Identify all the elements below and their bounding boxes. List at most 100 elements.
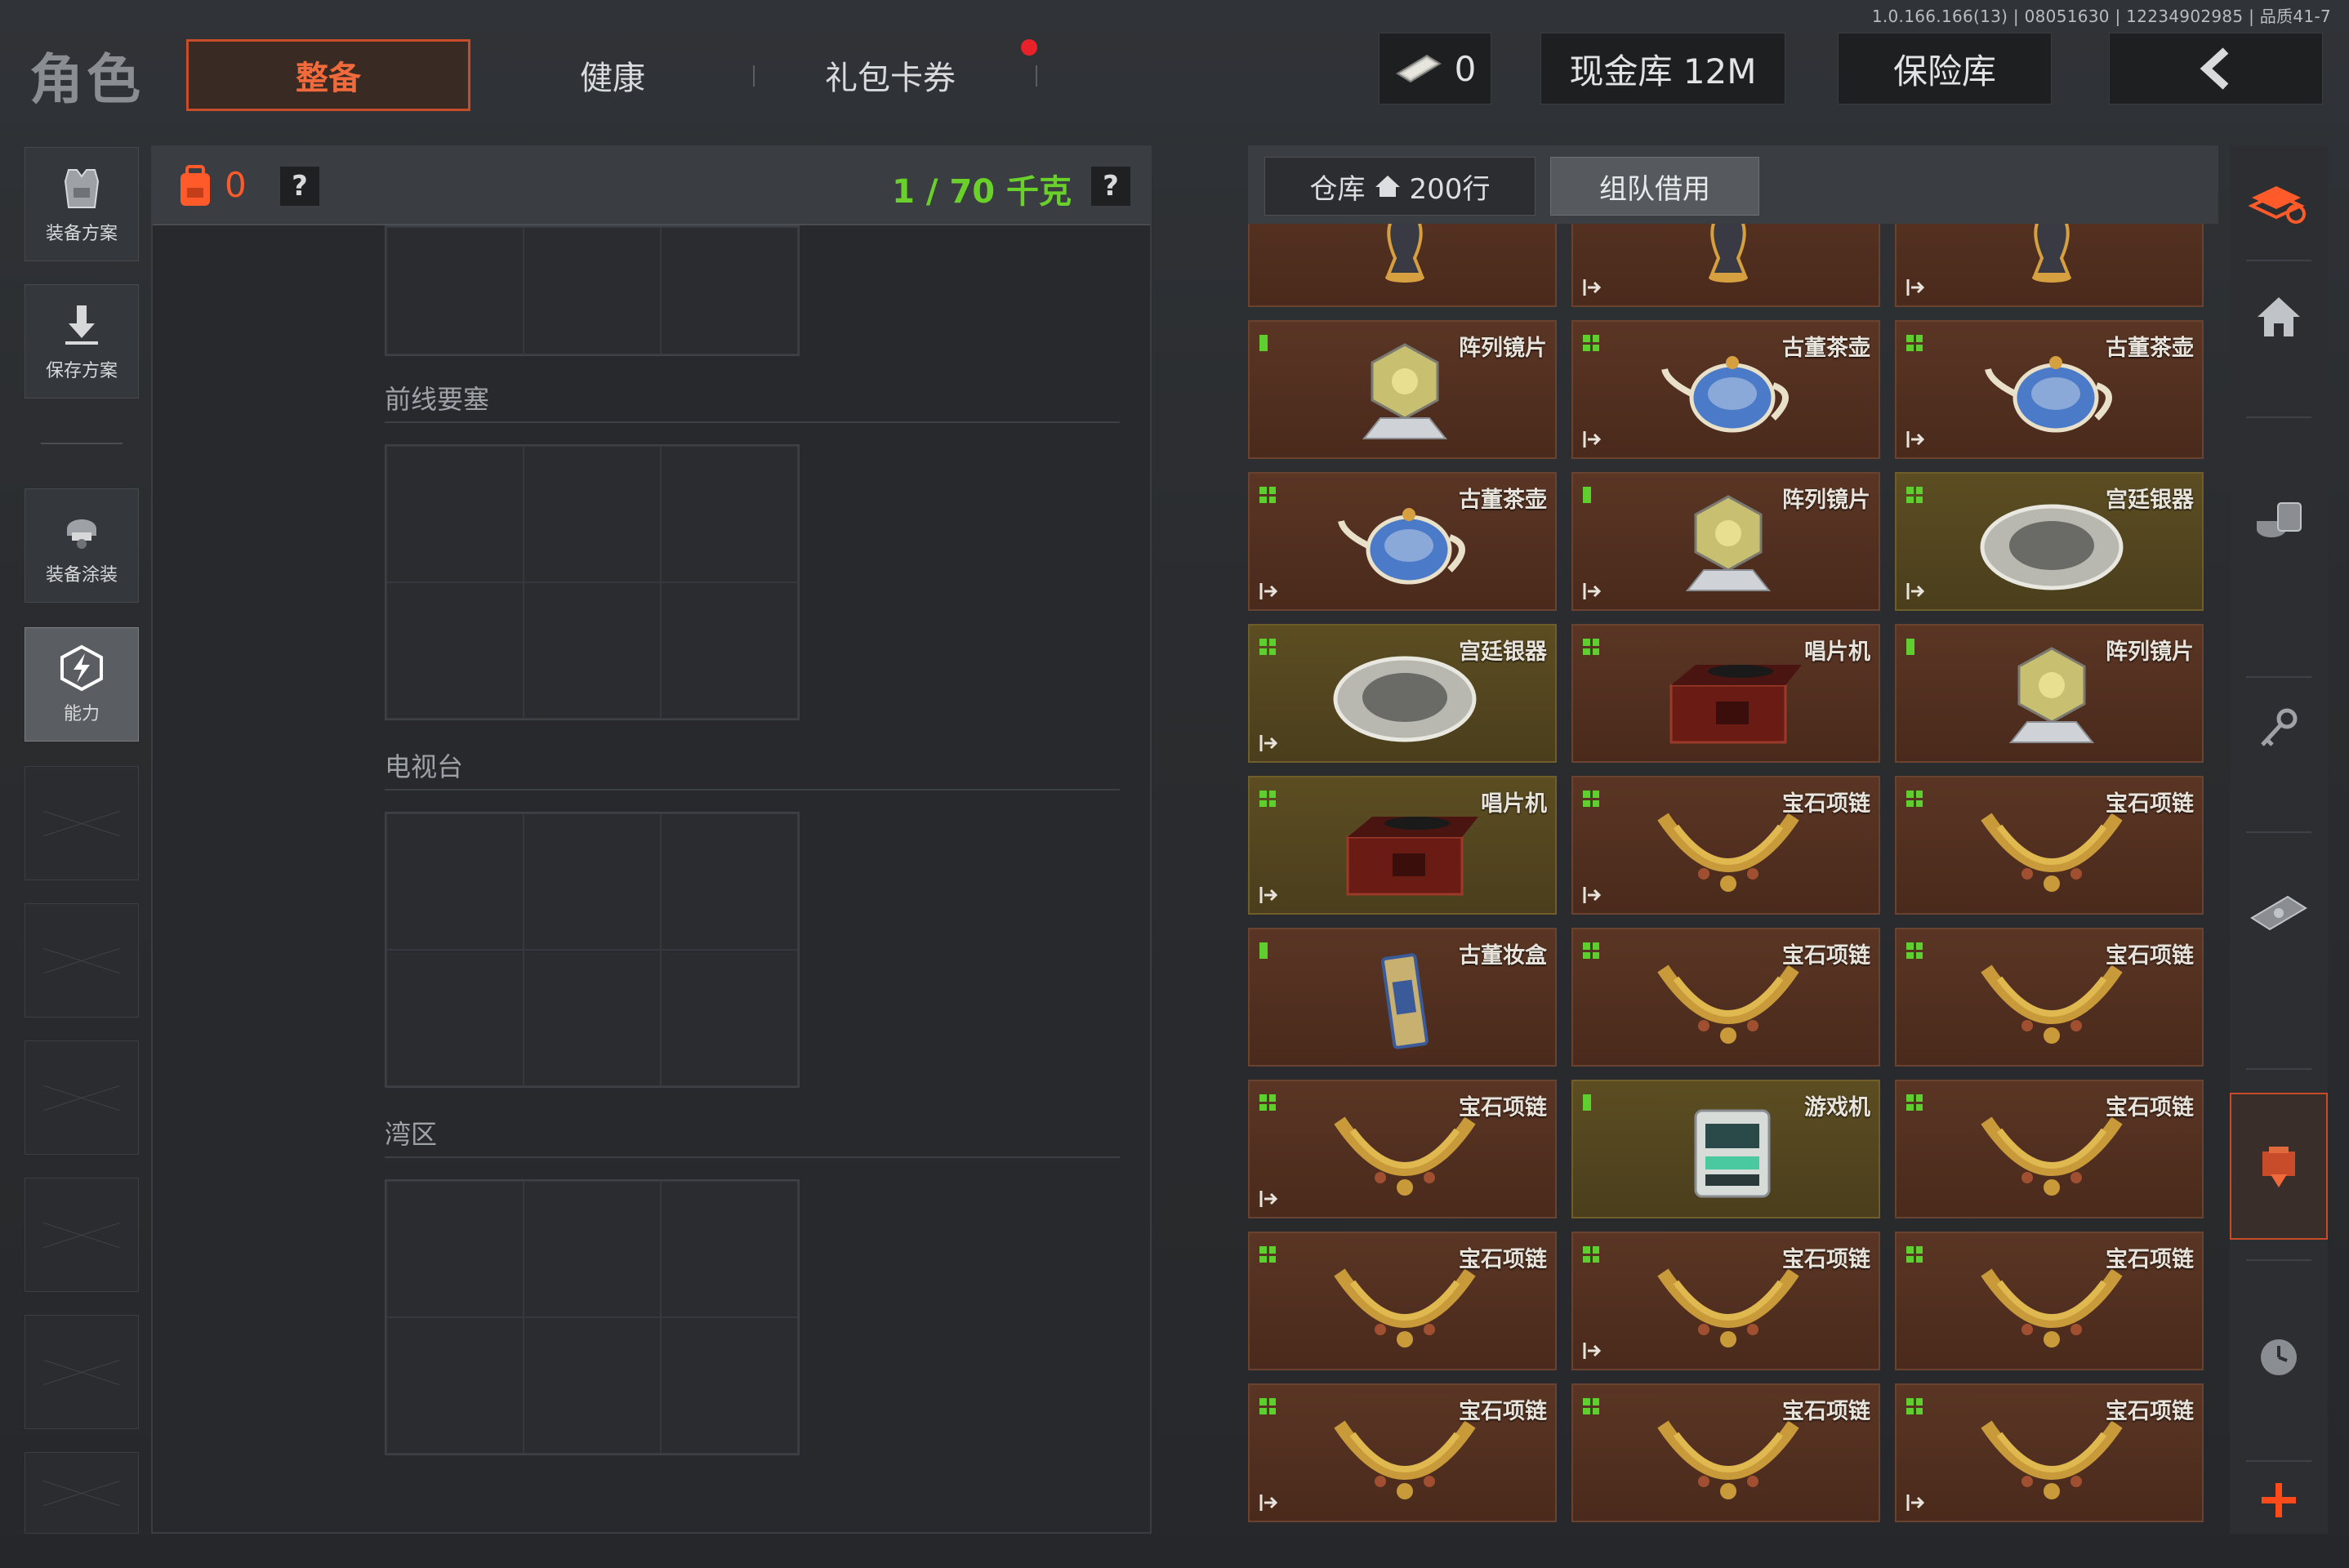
tab-storage-rows: 200行 — [1409, 172, 1491, 206]
storage-item[interactable]: 唱片机 — [1248, 776, 1557, 915]
empty-slot[interactable] — [25, 903, 139, 1018]
safe-button[interactable]: 保险库 — [1838, 33, 2052, 105]
storage-item[interactable]: 宝石项链 — [1895, 1232, 2204, 1370]
extract-icon — [1583, 279, 1602, 296]
section-divider — [385, 789, 1120, 791]
item-size-indicator — [1259, 1246, 1276, 1263]
item-name: 阵列镜片 — [2106, 639, 2194, 665]
tab-storage-label: 仓库 — [1309, 172, 1366, 206]
storage-item[interactable]: 古董茶壶 — [1248, 472, 1557, 611]
coins-button[interactable] — [2230, 472, 2328, 570]
item-name: 古董茶壶 — [2106, 336, 2194, 361]
back-button[interactable] — [2109, 33, 2323, 105]
tab-team-borrow[interactable]: 组队借用 — [1550, 157, 1759, 216]
ability-button[interactable]: 能力 — [25, 627, 139, 742]
storage-item[interactable]: 宫廷银器 — [1895, 472, 2204, 611]
key-icon — [2261, 708, 2298, 746]
storage-item[interactable]: 古董茶壶 — [1571, 320, 1880, 459]
storage-item[interactable]: 古董茶壶 — [1895, 320, 2204, 459]
section-divider — [385, 1156, 1120, 1158]
cash-icon — [2250, 895, 2307, 931]
weight-help-button[interactable]: ? — [1091, 167, 1130, 206]
item-size-indicator — [1906, 639, 1914, 655]
stack-refresh-button[interactable] — [2230, 155, 2328, 253]
item-size-indicator — [1583, 487, 1591, 503]
save-plan-label: 保存方案 — [45, 361, 118, 381]
item-size-indicator — [1259, 1398, 1276, 1414]
storage-item[interactable]: 古董妆盒 — [1248, 928, 1557, 1067]
tab-gift-coupons[interactable]: 礼包卡券 — [784, 39, 996, 111]
loadout-grid-frontline[interactable] — [385, 444, 800, 720]
home-icon — [2258, 297, 2300, 336]
item-size-indicator — [1583, 639, 1599, 655]
download-icon — [65, 305, 98, 345]
storage-item[interactable]: 宝石项链 — [1248, 1383, 1557, 1522]
loadout-grid-tv-station[interactable] — [385, 812, 800, 1088]
storage-item[interactable]: 唱片机 — [1571, 624, 1880, 763]
tab-equip[interactable]: 整备 — [186, 39, 470, 111]
loadout-grid-top[interactable] — [385, 225, 800, 356]
storage-item[interactable] — [1571, 224, 1880, 307]
storage-item[interactable]: 宝石项链 — [1571, 1232, 1880, 1370]
ticket-counter[interactable]: 0 — [1379, 33, 1491, 105]
item-name: 阵列镜片 — [1459, 336, 1547, 361]
item-name: 宝石项链 — [1459, 1247, 1547, 1272]
storage-item[interactable]: 阵列镜片 — [1571, 472, 1880, 611]
tab-storage[interactable]: 仓库 200行 — [1264, 157, 1536, 216]
box-download-button[interactable] — [2230, 1093, 2328, 1240]
vase-icon — [2032, 224, 2071, 283]
storage-item[interactable]: 宝石项链 — [1248, 1080, 1557, 1218]
vase-icon — [1385, 224, 1424, 283]
storage-item[interactable]: 阵列镜片 — [1248, 320, 1557, 459]
storage-item[interactable]: 宝石项链 — [1571, 776, 1880, 915]
storage-item[interactable] — [1248, 224, 1557, 307]
arcade-icon — [1694, 1109, 1771, 1198]
cash-vault-button[interactable]: 现金库 12M — [1540, 33, 1785, 105]
storage-item[interactable]: 宫廷银器 — [1248, 624, 1557, 763]
item-name: 宝石项链 — [1782, 943, 1870, 969]
storage-item[interactable]: 宝石项链 — [1895, 928, 2204, 1067]
storage-item[interactable]: 宝石项链 — [1571, 928, 1880, 1067]
top-bar: 角色 整备 健康 礼包卡券 0 现金库 12M 保险库 — [0, 0, 2349, 122]
storage-item[interactable]: 游戏机 — [1571, 1080, 1880, 1218]
cash-button[interactable] — [2230, 864, 2328, 962]
empty-slot[interactable] — [25, 1315, 139, 1429]
help-button[interactable]: ? — [280, 167, 319, 206]
storage-item[interactable]: 宝石项链 — [1248, 1232, 1557, 1370]
storage-item[interactable]: 宝石项链 — [1895, 776, 2204, 915]
storage-item[interactable]: 阵列镜片 — [1895, 624, 2204, 763]
empty-slot[interactable] — [25, 766, 139, 880]
section-title-bay-area: 湾区 — [385, 1119, 438, 1150]
item-size-indicator — [1583, 942, 1599, 959]
item-size-indicator — [1583, 1094, 1591, 1111]
storage-item[interactable]: 宝石项链 — [1895, 1080, 2204, 1218]
extract-icon — [1259, 1494, 1278, 1511]
empty-slot[interactable] — [25, 1178, 139, 1292]
ticket-icon — [1395, 54, 1442, 83]
sidebar-divider — [2246, 676, 2311, 678]
home-button[interactable] — [2230, 268, 2328, 366]
storage-item[interactable]: 宝石项链 — [1571, 1383, 1880, 1522]
empty-slot[interactable] — [25, 1452, 139, 1534]
storage-item[interactable] — [1895, 224, 2204, 307]
item-name: 宝石项链 — [2106, 943, 2194, 969]
tab-health[interactable]: 健康 — [523, 39, 702, 111]
loadout-plan-button[interactable]: 装备方案 — [25, 147, 139, 261]
add-button[interactable] — [2230, 1463, 2328, 1537]
save-plan-button[interactable]: 保存方案 — [25, 284, 139, 399]
storage-item[interactable]: 宝石项链 — [1895, 1383, 2204, 1522]
box-download-icon — [2262, 1147, 2295, 1187]
key-button[interactable] — [2230, 679, 2328, 777]
item-size-indicator — [1583, 1398, 1599, 1414]
loadout-grid-bay-area[interactable] — [385, 1179, 800, 1455]
item-size-indicator — [1906, 335, 1923, 351]
clock-button[interactable] — [2230, 1308, 2328, 1406]
item-size-indicator — [1259, 1094, 1276, 1111]
right-sidebar — [2230, 145, 2328, 1534]
item-size-indicator — [1583, 1246, 1599, 1263]
empty-slot[interactable] — [25, 1040, 139, 1155]
extract-icon — [1259, 887, 1278, 903]
equipment-skin-button[interactable]: 装备涂装 — [25, 488, 139, 603]
extract-icon — [1906, 431, 1925, 448]
extract-icon — [1906, 279, 1925, 296]
